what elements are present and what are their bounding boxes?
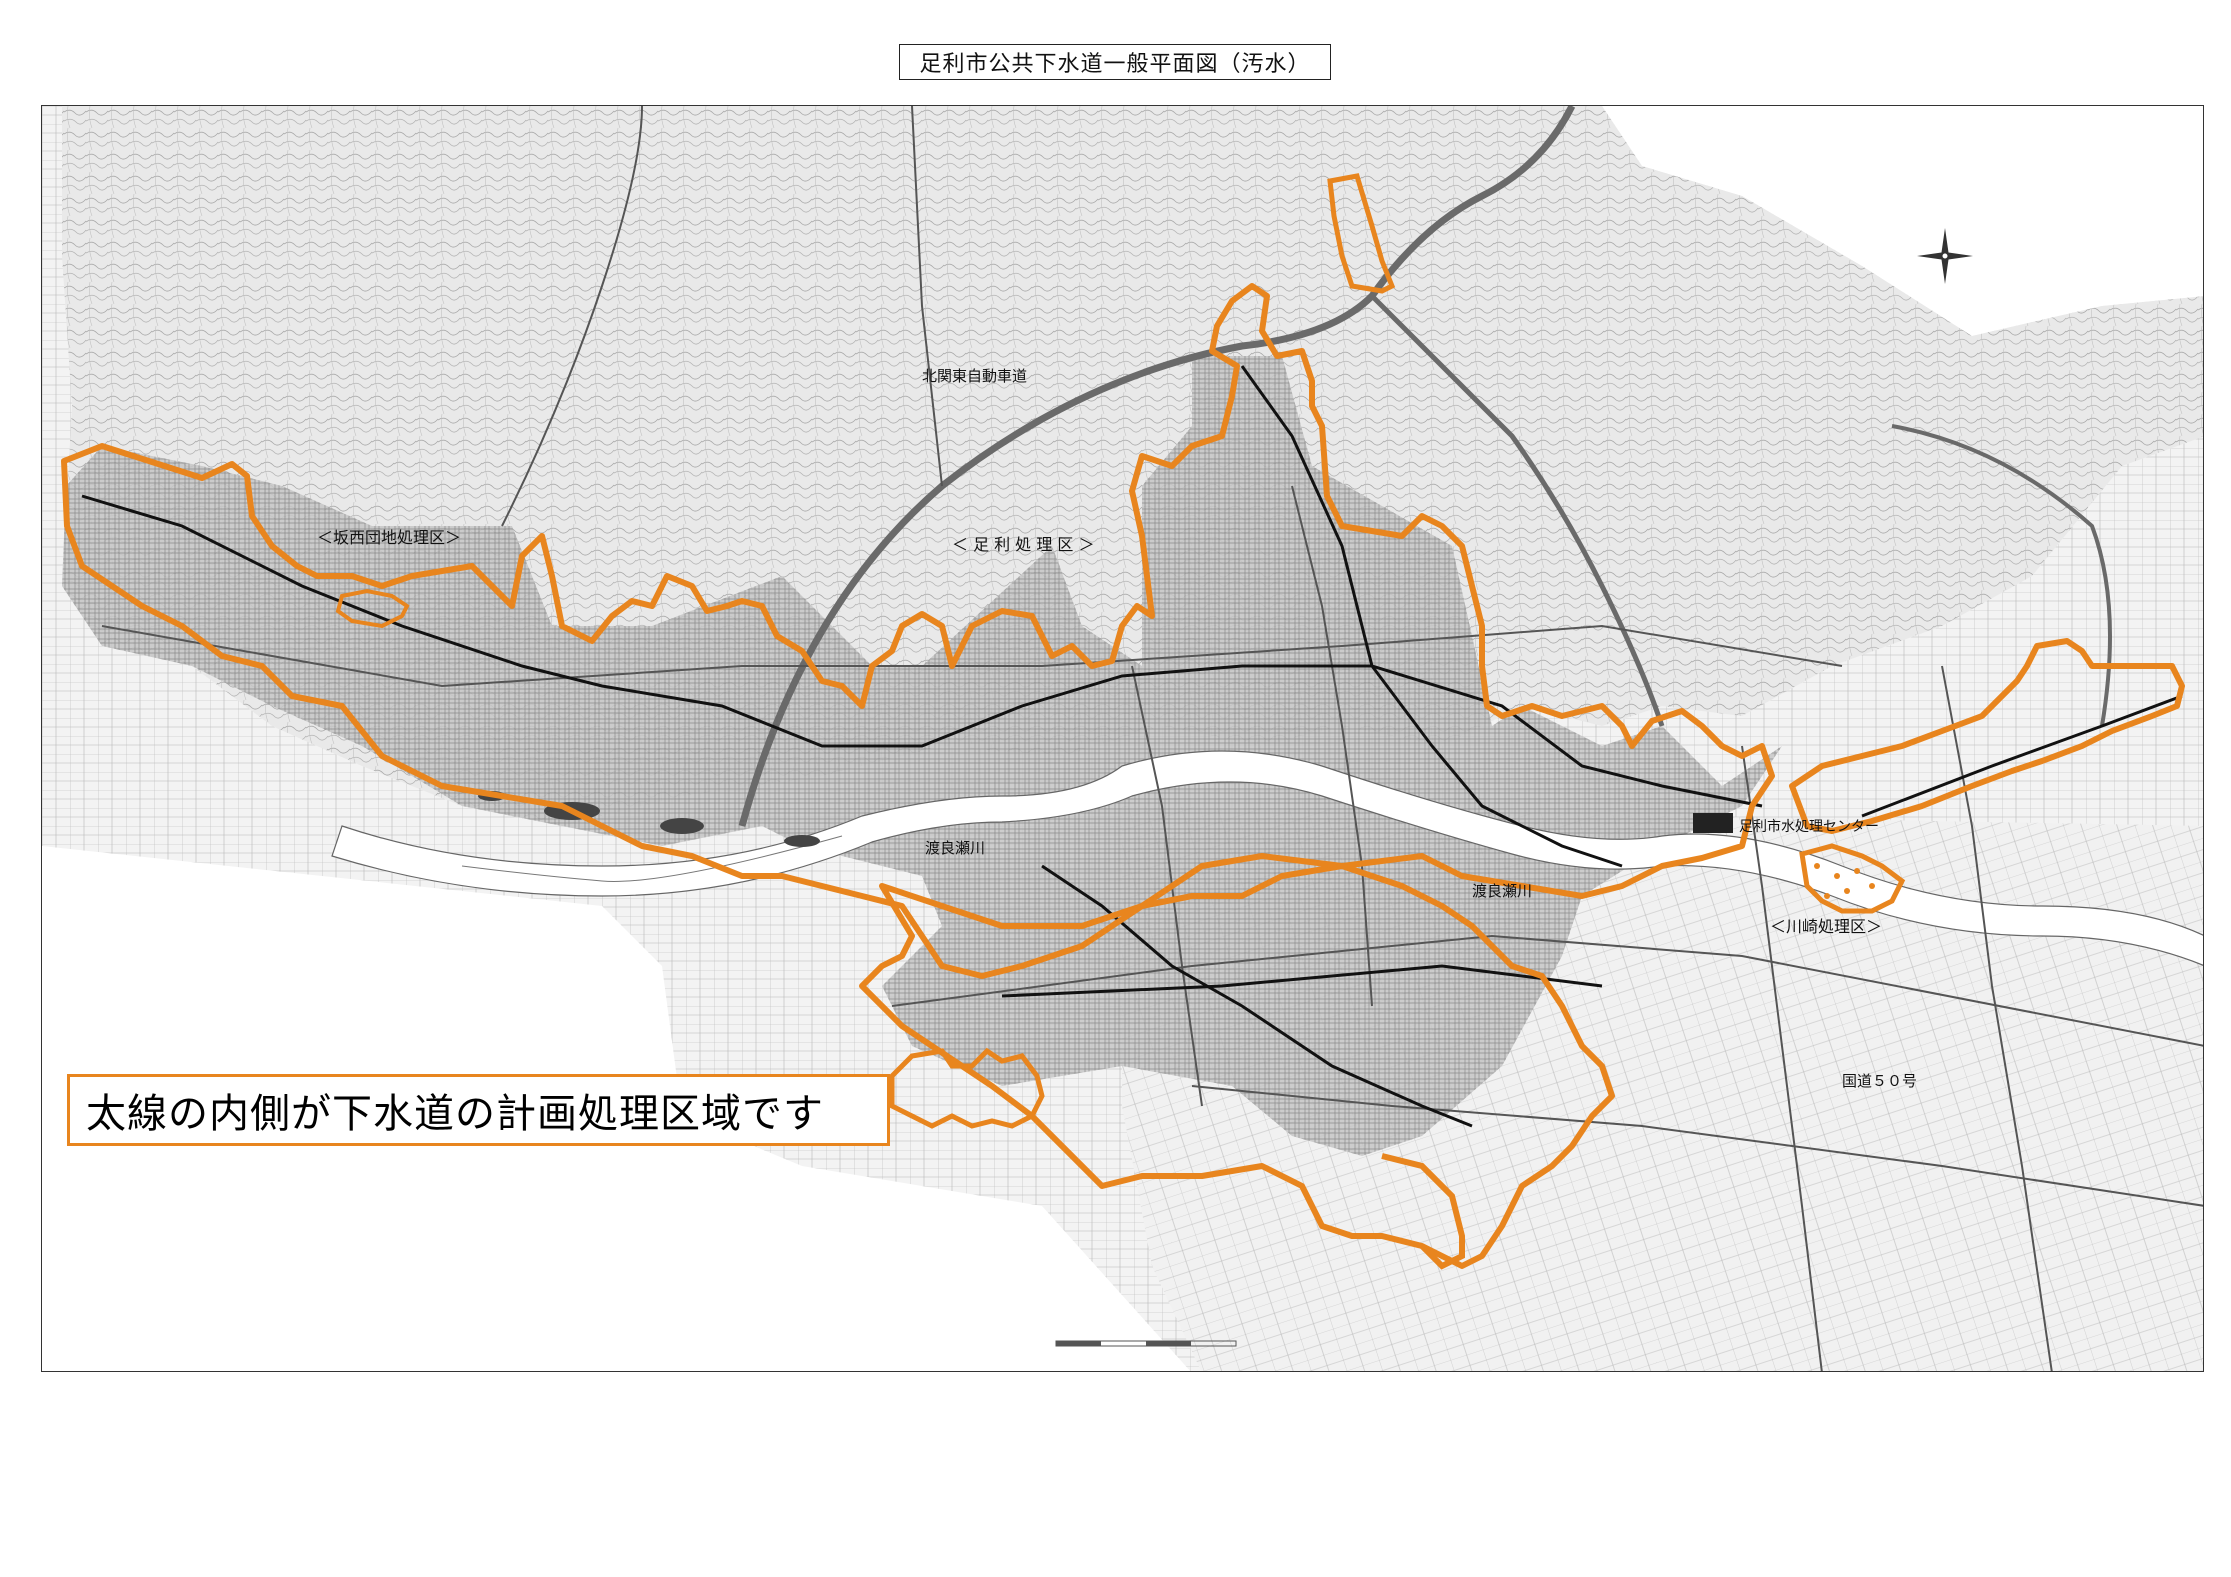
route50-label: 国道５０号 — [1842, 1072, 1917, 1090]
ashikaga-district-label: ＜ 足 利 処 理 区 ＞ — [952, 535, 1095, 554]
river-label-east: 渡良瀬川 — [1472, 882, 1532, 900]
river-label-west: 渡良瀬川 — [925, 839, 985, 857]
legend-note: 太線の内側が下水道の計画処理区域です — [67, 1074, 890, 1146]
treatment-center-label: 足利市水処理センター — [1739, 818, 1879, 835]
map-title: 足利市公共下水道一般平面図（汚水） — [899, 44, 1331, 80]
sewer-plan-map: 北関東自動車道 ＜坂西団地処理区＞ ＜ 足 利 処 理 区 ＞ 渡良瀬川 渡良瀬… — [42, 106, 2203, 1371]
treatment-center-block[interactable] — [1693, 813, 1733, 833]
kawasaki-district-label: ＜川崎処理区＞ — [1770, 917, 1882, 936]
sakanishi-district-label: ＜坂西団地処理区＞ — [317, 528, 461, 547]
map-frame: 北関東自動車道 ＜坂西団地処理区＞ ＜ 足 利 処 理 区 ＞ 渡良瀬川 渡良瀬… — [41, 105, 2204, 1372]
expressway-label: 北関東自動車道 — [922, 367, 1027, 385]
